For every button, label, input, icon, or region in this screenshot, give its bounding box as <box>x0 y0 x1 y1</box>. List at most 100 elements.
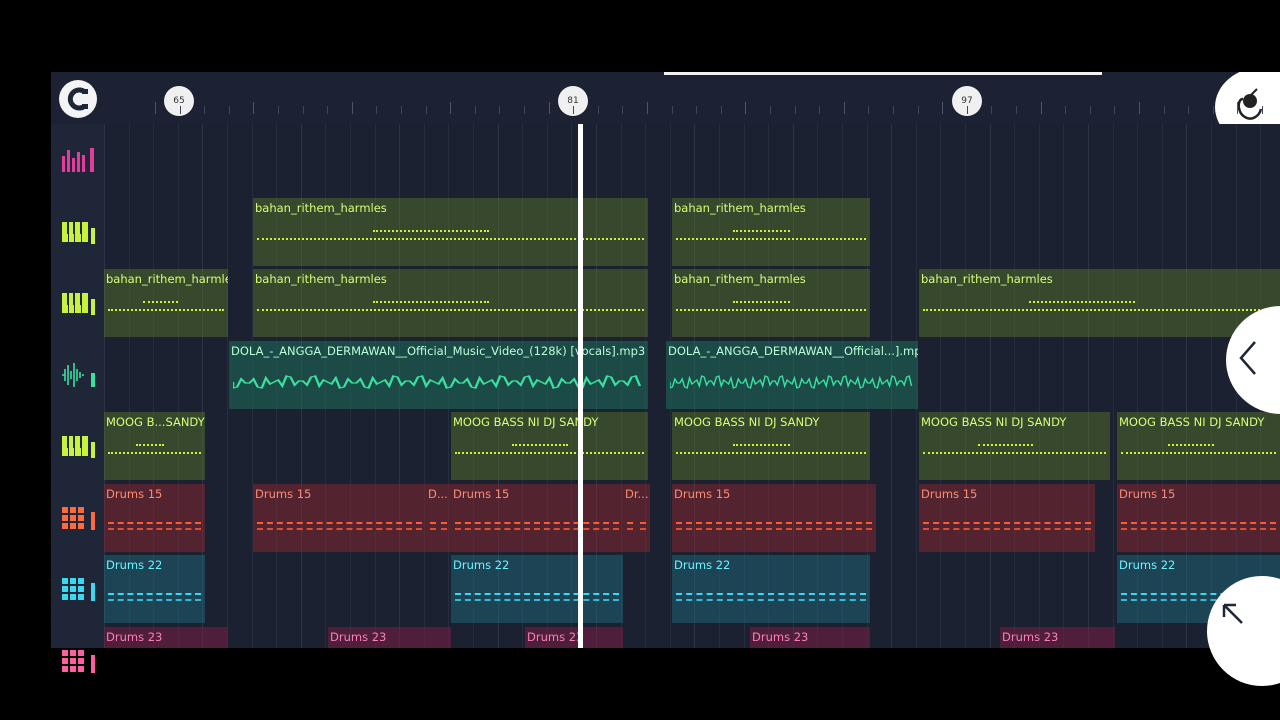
clip-name: bahan_rithem_harmles <box>255 272 387 286</box>
ruler-tick <box>229 106 230 114</box>
ruler-tick <box>278 106 279 114</box>
pattern-clip[interactable]: Drums 22 <box>672 555 870 623</box>
pattern-clip[interactable]: Drums 23 <box>750 627 870 648</box>
mixer-bars-icon[interactable] <box>51 124 104 195</box>
pattern-clip[interactable]: Drums 15 <box>919 484 1095 552</box>
clip-notes <box>923 510 1091 544</box>
clip-name: MOOG BASS NI DJ SANDY <box>674 415 820 429</box>
ruler-tick <box>795 106 796 114</box>
ruler-tick <box>696 106 697 114</box>
drum-pads-icon[interactable] <box>51 625 104 696</box>
clip-name: bahan_rithem_harmles <box>921 272 1053 286</box>
ruler-tick <box>893 106 894 114</box>
pattern-clip[interactable]: Drums 23 <box>328 627 451 648</box>
pattern-clip[interactable]: bahan_rithem_harmles <box>919 269 1280 337</box>
clip-name: Drums 15 <box>453 487 510 501</box>
grid-line <box>990 124 991 648</box>
pattern-clip[interactable]: MOOG BASS NI DJ SANDY <box>451 412 648 480</box>
ruler-tick <box>868 106 869 114</box>
clip-name: Dr... <box>625 487 649 501</box>
clip-name: MOOG BASS NI DJ SANDY <box>921 415 1067 429</box>
clip-notes <box>923 295 1276 329</box>
clip-name: Drums 23 <box>527 630 584 644</box>
pattern-clip[interactable]: Drums 15 <box>1117 484 1280 552</box>
clip-notes <box>676 438 866 472</box>
clip-name: Drums 15 <box>255 487 312 501</box>
bar-marker-65[interactable]: 65 <box>164 86 194 116</box>
pattern-clip[interactable]: bahan_rithem_harmles <box>672 269 870 337</box>
timeline-ruler[interactable]: 65 81 97 <box>51 72 1280 147</box>
playhead[interactable] <box>578 124 583 648</box>
clip-name: Drums 22 <box>106 558 163 572</box>
clip-name: D... <box>428 487 448 501</box>
ruler-tick <box>942 102 943 114</box>
clip-notes <box>676 510 872 544</box>
clip-name: DOLA_-_ANGGA_DERMAWAN__Official...].mp3 <box>668 344 918 358</box>
grid-line <box>965 124 966 648</box>
drum-pads-icon[interactable] <box>51 553 104 624</box>
clip-notes <box>455 581 619 615</box>
ruler-tick <box>426 106 427 114</box>
pattern-clip[interactable]: Drums 15 <box>253 484 426 552</box>
ruler-tick <box>327 106 328 114</box>
pattern-clip[interactable]: Drums 15 <box>672 484 876 552</box>
ruler-tick <box>819 106 820 114</box>
ruler-tick <box>499 106 500 114</box>
clip-name: MOOG BASS NI DJ SANDY <box>453 415 599 429</box>
pattern-clip[interactable]: Dr... <box>623 484 650 552</box>
arrow-up-left-icon <box>1220 601 1246 631</box>
ruler-tick <box>1114 106 1115 114</box>
ruler-tick <box>475 106 476 114</box>
pattern-clip[interactable]: Drums 15 <box>104 484 205 552</box>
clip-name: DOLA_-_ANGGA_DERMAWAN__Official_Music_Vi… <box>231 344 646 358</box>
pattern-clip[interactable]: Drums 22 <box>104 555 205 623</box>
clip-name: Drums 22 <box>453 558 510 572</box>
pattern-clip[interactable]: Drums 23 <box>525 627 623 648</box>
pattern-clip[interactable]: bahan_rithem_harmles <box>104 269 228 337</box>
pattern-clip[interactable]: bahan_rithem_harmles <box>253 269 648 337</box>
piano-keys-icon[interactable] <box>51 410 104 481</box>
clip-notes <box>430 510 447 544</box>
pattern-clip[interactable]: D... <box>426 484 451 552</box>
pattern-clip[interactable]: Drums 23 <box>104 627 228 648</box>
clip-notes <box>108 581 201 615</box>
clip-name: MOOG B...SANDY <box>106 415 205 429</box>
pattern-clip[interactable]: MOOG BASS NI DJ SANDY <box>672 412 870 480</box>
piano-keys-icon[interactable] <box>51 196 104 267</box>
pattern-clip[interactable]: DOLA_-_ANGGA_DERMAWAN__Official_Music_Vi… <box>229 341 648 409</box>
pattern-clip[interactable]: bahan_rithem_harmles <box>672 198 870 266</box>
pattern-clip[interactable]: Drums 22 <box>451 555 623 623</box>
clip-notes <box>923 438 1106 472</box>
clip-name: Drums 22 <box>674 558 731 572</box>
pattern-clip[interactable]: MOOG B...SANDY <box>104 412 205 480</box>
pattern-clip[interactable]: bahan_rithem_harmles <box>253 198 648 266</box>
pattern-clip[interactable]: MOOG BASS NI DJ SANDY <box>1117 412 1280 480</box>
clip-name: bahan_rithem_harmles <box>674 201 806 215</box>
audio-waveform-icon[interactable] <box>51 339 104 410</box>
grid-line <box>227 124 228 648</box>
ruler-tick <box>549 102 550 114</box>
ruler-tick <box>253 102 254 114</box>
clip-notes <box>108 510 201 544</box>
clip-notes <box>257 510 422 544</box>
ruler-tick <box>401 106 402 114</box>
clip-notes <box>1121 438 1276 472</box>
piano-keys-icon[interactable] <box>51 267 104 338</box>
clip-notes <box>455 510 619 544</box>
pattern-clip[interactable]: MOOG BASS NI DJ SANDY <box>919 412 1110 480</box>
ruler-tick <box>180 106 181 114</box>
ruler-tick <box>1139 102 1140 114</box>
ruler-tick <box>524 106 525 114</box>
magnet-icon[interactable] <box>59 80 97 118</box>
pattern-clip[interactable]: Drums 23 <box>1000 627 1115 648</box>
clip-name: bahan_rithem_harmles <box>674 272 806 286</box>
clip-notes <box>676 224 866 258</box>
grid-line <box>1063 124 1064 648</box>
pattern-clip[interactable]: DOLA_-_ANGGA_DERMAWAN__Official...].mp3 <box>666 341 918 409</box>
clip-notes <box>676 295 866 329</box>
grid-line <box>1088 124 1089 648</box>
clip-name: bahan_rithem_harmles <box>106 272 228 286</box>
ruler-tick <box>1090 106 1091 114</box>
pattern-clip[interactable]: Drums 15 <box>451 484 623 552</box>
drum-pads-icon[interactable] <box>51 482 104 553</box>
